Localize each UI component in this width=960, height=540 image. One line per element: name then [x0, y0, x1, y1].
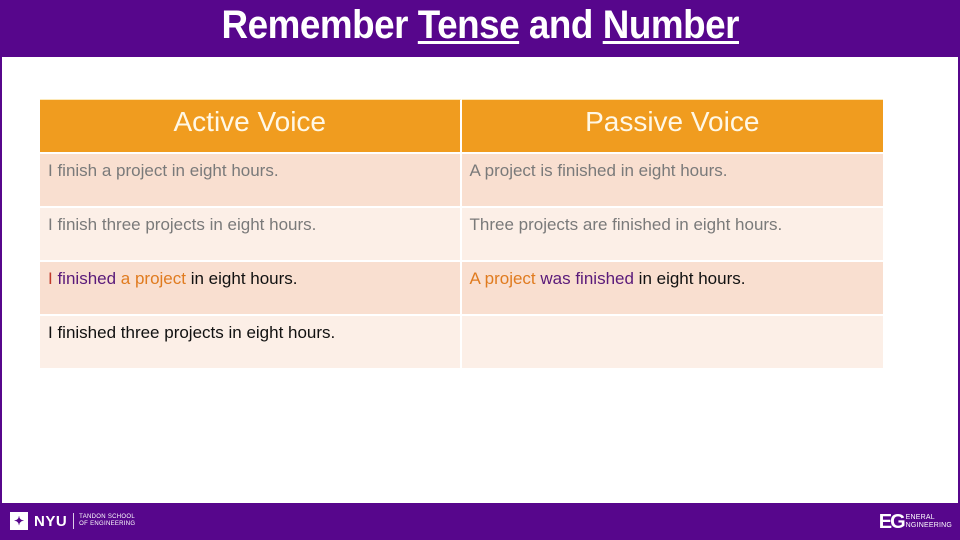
table-row: I finished three projects in eight hours… — [40, 316, 883, 370]
tandon-line-2: OF ENGINEERING — [79, 521, 136, 527]
passive-cell: Three projects are finished in eight hou… — [461, 208, 883, 262]
object-highlight: a project — [116, 269, 186, 288]
active-cell: I finish a project in eight hours. — [40, 154, 462, 208]
tandon-line-1: TANDON SCHOOL — [79, 514, 135, 520]
nyu-tandon-logo: ✦ NYU TANDON SCHOOL OF ENGINEERING — [10, 512, 135, 530]
passive-cell-empty — [461, 316, 883, 370]
torch-icon: ✦ — [10, 512, 28, 530]
eg-label: ENERAL NGINEERING — [906, 514, 952, 530]
active-cell: I finished a project in eight hours. — [40, 262, 462, 316]
table-row: I finished a project in eight hours. A p… — [40, 262, 883, 316]
slide-title: Remember Tense and Number — [221, 3, 739, 48]
verb-highlight: finished — [52, 269, 117, 288]
verb-highlight: was finished — [535, 269, 634, 288]
title-text: and — [518, 3, 603, 47]
passive-cell: A project was finished in eight hours. — [461, 262, 883, 316]
table-row: I finish three projects in eight hours. … — [40, 208, 883, 262]
eg-line-1: ENERAL — [905, 514, 935, 521]
eg-line-2: NGINEERING — [905, 522, 952, 529]
general-engineering-logo: EG ENERAL NGINEERING — [879, 512, 952, 532]
active-cell: I finished three projects in eight hours… — [40, 316, 462, 370]
header-passive-voice: Passive Voice — [461, 99, 883, 154]
eg-mark: EG — [878, 511, 906, 533]
title-text: Remember — [221, 3, 418, 47]
header-active-voice: Active Voice — [40, 99, 462, 154]
passive-cell: A project is finished in eight hours. — [461, 154, 883, 208]
footer-bar: ✦ NYU TANDON SCHOOL OF ENGINEERING EG EN… — [0, 503, 960, 540]
title-emphasis-tense: Tense — [417, 3, 520, 47]
title-bar: Remember Tense and Number — [0, 0, 960, 57]
header-row: Active Voice Passive Voice — [40, 99, 883, 154]
object-highlight: A project — [469, 269, 536, 288]
tandon-school-label: TANDON SCHOOL OF ENGINEERING — [79, 514, 135, 528]
plain-text: in eight hours. — [633, 269, 746, 288]
logo-divider — [73, 513, 75, 529]
active-cell: I finish three projects in eight hours. — [40, 208, 462, 262]
plain-text: in eight hours. — [186, 269, 298, 288]
table-row: I finish a project in eight hours. A pro… — [40, 154, 883, 208]
title-emphasis-number: Number — [602, 3, 739, 47]
nyu-wordmark: NYU — [34, 512, 68, 530]
voice-table: Active Voice Passive Voice I finish a pr… — [40, 99, 883, 370]
